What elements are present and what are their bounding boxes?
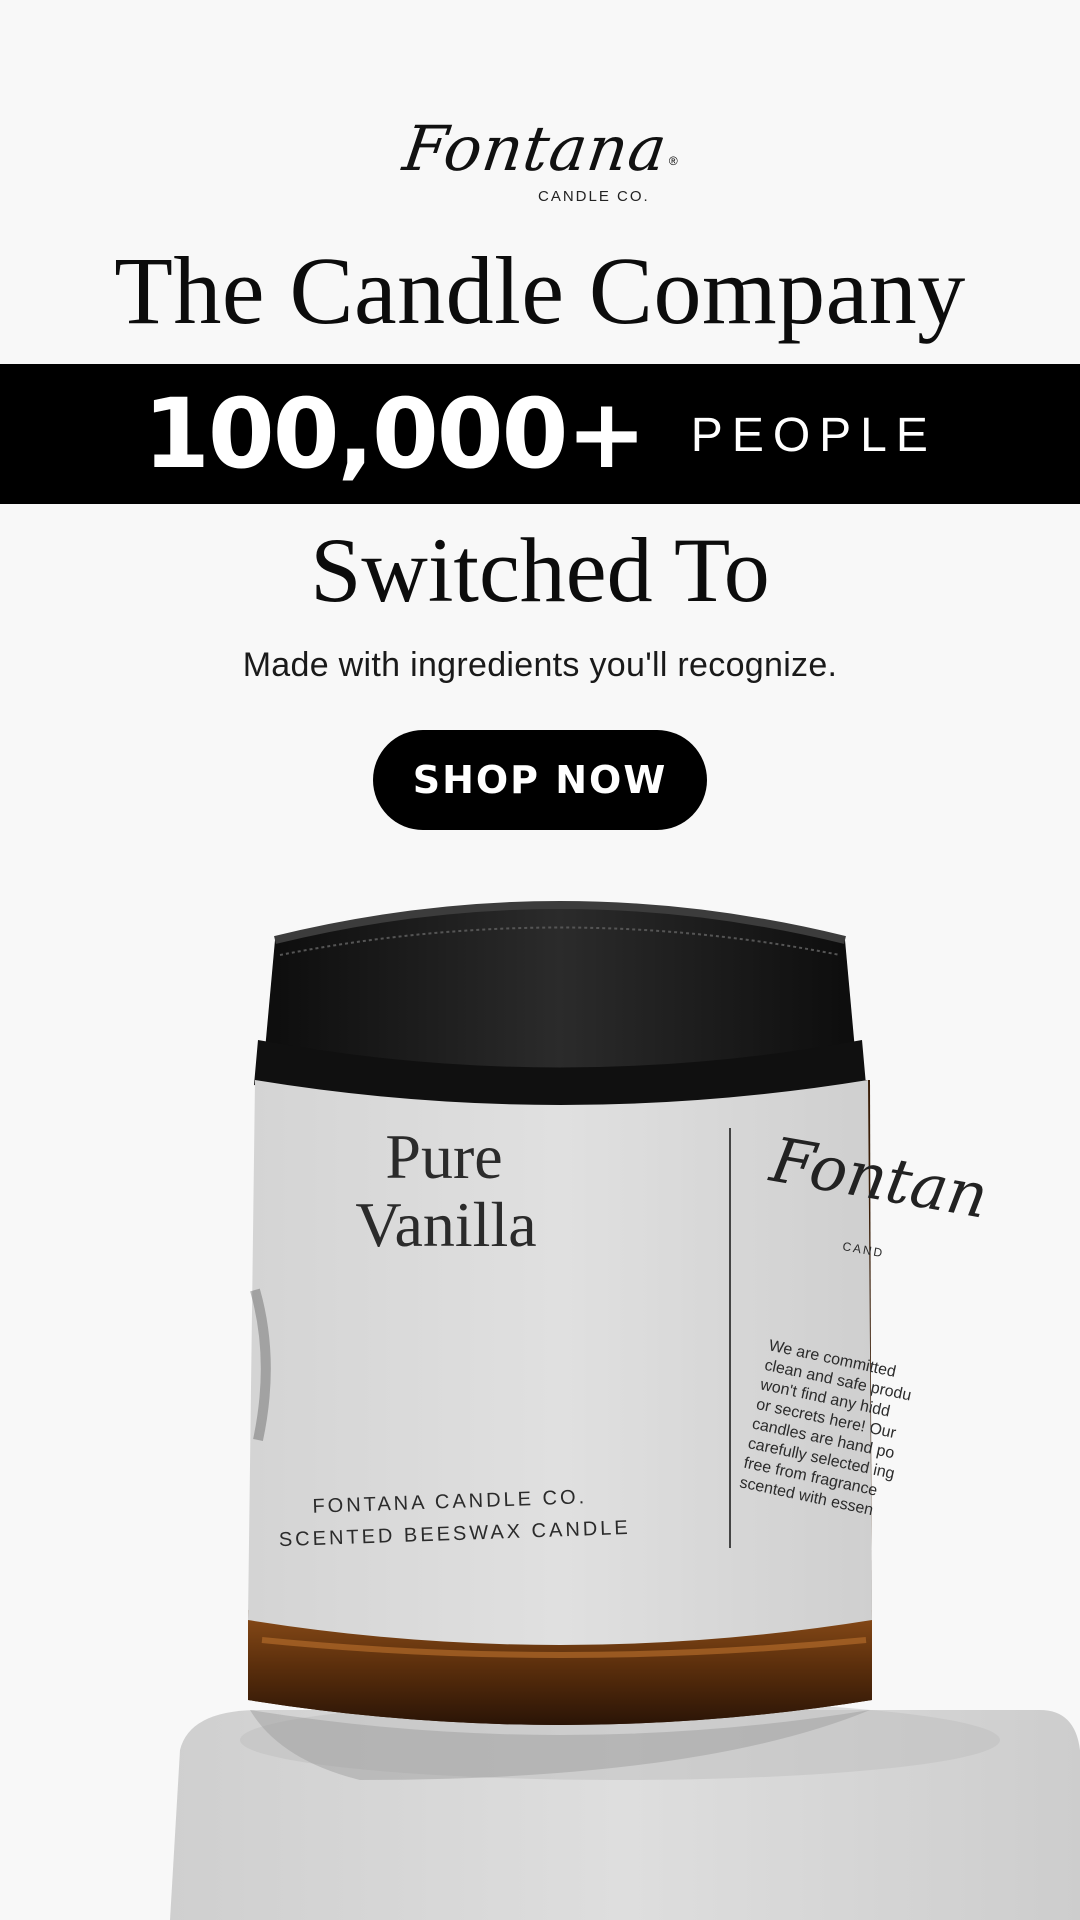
shop-now-button[interactable]: SHOP NOW	[373, 730, 707, 830]
label-name-line1: Pure	[385, 1121, 502, 1192]
email-hero-page: Fontana® CANDLE CO. The Candle Company 1…	[0, 0, 1080, 1920]
product-image[interactable]: Pure Vanilla FONTANA CANDLE CO. SCENTED …	[0, 880, 1080, 1920]
subheadline: Switched To	[310, 519, 770, 621]
headline: The Candle Company	[114, 237, 966, 344]
stat-number: 100,000+	[143, 378, 647, 490]
registered-mark: ®	[668, 154, 678, 168]
stat-word: PEOPLE	[690, 409, 937, 462]
logo-subtitle: CANDLE CO.	[538, 188, 650, 205]
label-name-line2: Vanilla	[355, 1189, 536, 1260]
logo-script: Fontana	[399, 112, 673, 185]
brand-logo[interactable]: Fontana®	[0, 112, 1080, 185]
candle-jar: Pure Vanilla FONTANA CANDLE CO. SCENTED …	[248, 901, 993, 1725]
stat-band: 100,000+ PEOPLE	[0, 364, 1080, 504]
tagline: Made with ingredients you'll recognize.	[242, 646, 838, 684]
